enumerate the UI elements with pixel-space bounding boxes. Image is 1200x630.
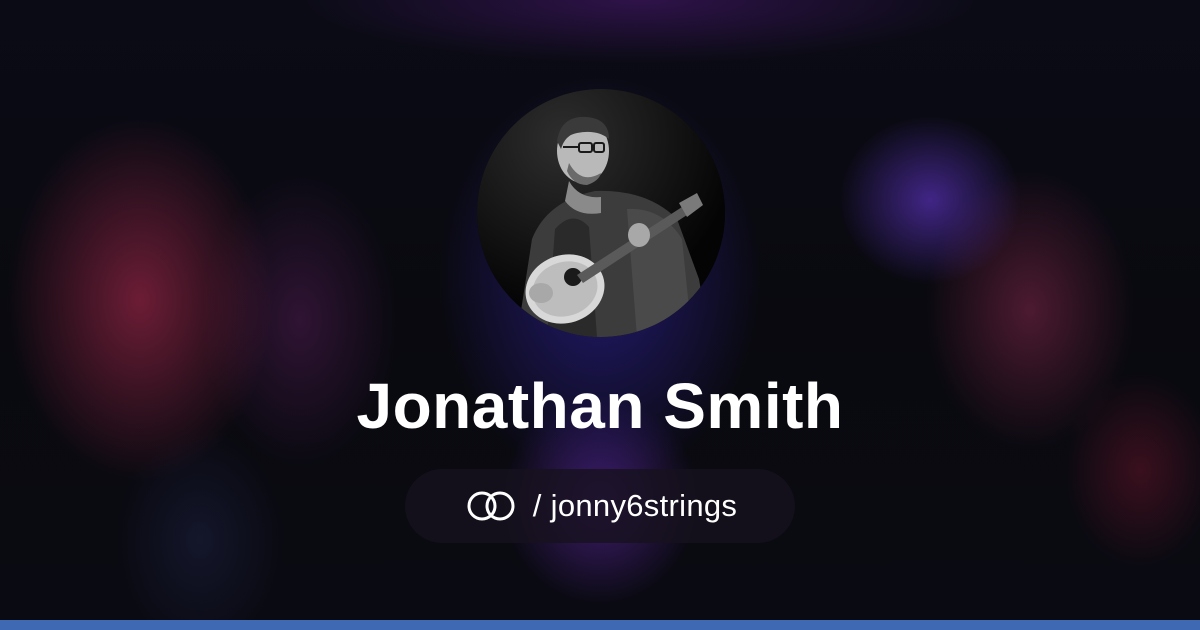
- interlocking-rings-icon: [463, 489, 519, 523]
- bottom-accent-bar: [0, 620, 1200, 630]
- profile-name: Jonathan Smith: [356, 370, 844, 442]
- handle-separator: /: [532, 488, 542, 523]
- avatar: [477, 89, 725, 337]
- profile-share-card: Jonathan Smith / jonny6strings: [0, 0, 1200, 630]
- profile-photo: [477, 89, 725, 337]
- profile-handle-pill[interactable]: / jonny6strings: [405, 469, 795, 543]
- profile-username: jonny6strings: [550, 488, 738, 523]
- profile-handle: / jonny6strings: [533, 488, 737, 524]
